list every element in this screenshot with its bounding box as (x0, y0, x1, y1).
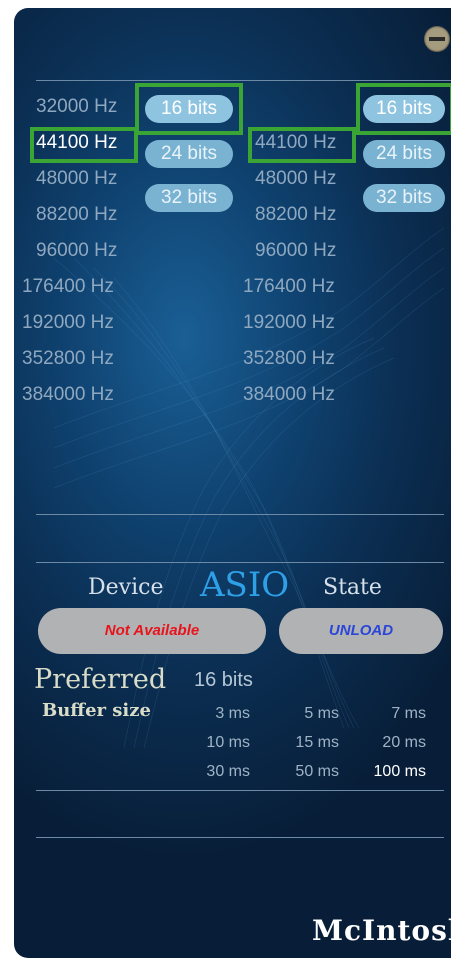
left-bits-32-button[interactable]: 32 bits (145, 184, 233, 212)
left-rate-32000[interactable]: 32000 Hz (36, 96, 117, 118)
unload-button[interactable]: UNLOAD (279, 608, 443, 654)
buffer-15ms[interactable]: 15 ms (279, 734, 339, 752)
preferred-bits-value: 16 bits (194, 669, 253, 691)
buffer-3ms[interactable]: 3 ms (190, 705, 250, 723)
buffer-30ms[interactable]: 30 ms (190, 763, 250, 781)
right-bits-24-button[interactable]: 24 bits (363, 140, 445, 168)
left-rate-88200[interactable]: 88200 Hz (36, 204, 117, 226)
mcintosh-logo: McIntosh (312, 914, 451, 947)
left-bits-24-button[interactable]: 24 bits (145, 140, 233, 168)
buffer-100ms[interactable]: 100 ms (366, 763, 426, 781)
buffer-20ms[interactable]: 20 ms (366, 734, 426, 752)
right-bits-highlight (356, 83, 451, 135)
top-divider (36, 80, 451, 81)
state-label: State (323, 575, 382, 600)
buffer-divider (36, 790, 444, 791)
left-rate-96000[interactable]: 96000 Hz (36, 240, 117, 262)
right-rate-384000[interactable]: 384000 Hz (243, 384, 335, 406)
left-rate-384000[interactable]: 384000 Hz (22, 384, 114, 406)
right-rate-352800[interactable]: 352800 Hz (243, 348, 335, 370)
right-rate-192000[interactable]: 192000 Hz (243, 312, 335, 334)
left-rate-highlight (30, 127, 138, 163)
preferred-label: Preferred (34, 664, 167, 695)
device-status-button[interactable]: Not Available (38, 608, 266, 654)
buffer-50ms[interactable]: 50 ms (279, 763, 339, 781)
left-bits-highlight (135, 83, 243, 135)
right-rate-highlight (248, 127, 356, 163)
left-rate-176400[interactable]: 176400 Hz (22, 276, 114, 298)
right-bits-32-button[interactable]: 32 bits (363, 184, 445, 212)
buffer-7ms[interactable]: 7 ms (366, 705, 426, 723)
bottom-divider (36, 837, 444, 838)
left-rate-192000[interactable]: 192000 Hz (22, 312, 114, 334)
mcintosh-panel: 32000 Hz 44100 Hz 48000 Hz 88200 Hz 9600… (14, 8, 451, 958)
buffer-size-label: Buffer size (42, 700, 151, 721)
left-rate-48000[interactable]: 48000 Hz (36, 168, 117, 190)
middle-divider (36, 514, 444, 515)
right-rate-48000[interactable]: 48000 Hz (255, 168, 336, 190)
device-divider (36, 562, 444, 563)
right-rate-96000[interactable]: 96000 Hz (255, 240, 336, 262)
right-rate-176400[interactable]: 176400 Hz (243, 276, 335, 298)
left-rate-352800[interactable]: 352800 Hz (22, 348, 114, 370)
right-rate-88200[interactable]: 88200 Hz (255, 204, 336, 226)
minimize-icon[interactable] (424, 26, 450, 52)
buffer-5ms[interactable]: 5 ms (279, 705, 339, 723)
device-label: Device (88, 575, 164, 600)
asio-label: ASIO (200, 565, 290, 605)
buffer-10ms[interactable]: 10 ms (190, 734, 250, 752)
